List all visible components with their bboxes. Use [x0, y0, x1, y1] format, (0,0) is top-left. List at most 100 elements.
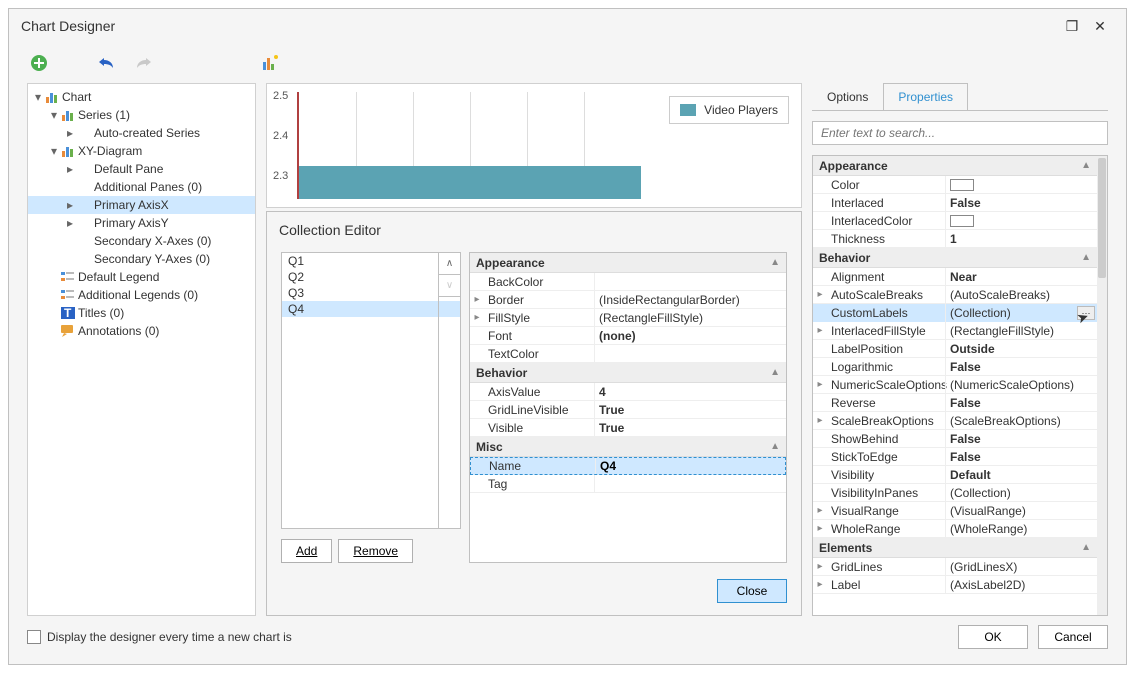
maximize-button[interactable]: ❐ [1058, 12, 1086, 40]
tree-item[interactable]: ▾Series (1) [28, 106, 255, 124]
tree-item[interactable]: Additional Panes (0) [28, 178, 255, 196]
property-category[interactable]: Appearance▲ [813, 156, 1097, 176]
move-down-button[interactable]: ∨ [439, 275, 460, 297]
wizard-icon[interactable] [259, 51, 283, 75]
close-button[interactable]: ✕ [1086, 12, 1114, 40]
tab-options[interactable]: Options [812, 83, 883, 110]
collection-item[interactable]: Q4 [282, 301, 460, 317]
remove-button[interactable]: Remove [338, 539, 413, 563]
property-row[interactable]: ▸NumericScaleOptions(NumericScaleOptions… [813, 376, 1097, 394]
property-row[interactable]: ▸InterlacedFillStyle(RectangleFillStyle) [813, 322, 1097, 340]
property-row[interactable]: ▸Border(InsideRectangularBorder) [470, 291, 786, 309]
property-row[interactable]: CustomLabels(Collection)⋯➤ [813, 304, 1097, 322]
redo-icon[interactable] [131, 51, 155, 75]
property-row[interactable]: LabelPositionOutside [813, 340, 1097, 358]
tree-item[interactable]: TTitles (0) [28, 304, 255, 322]
property-value-input[interactable] [600, 459, 785, 473]
dialog-footer: Display the designer every time a new ch… [27, 622, 1108, 652]
property-row[interactable]: ▸VisualRange(VisualRange) [813, 502, 1097, 520]
property-row[interactable]: ▸ScaleBreakOptions(ScaleBreakOptions) [813, 412, 1097, 430]
y-tick: 2.5 [273, 90, 288, 102]
property-category[interactable]: Appearance▲ [470, 253, 786, 273]
search-input[interactable] [813, 122, 1107, 144]
collection-item[interactable]: Q1 [282, 253, 460, 269]
property-row[interactable]: Tag [470, 475, 786, 493]
property-row[interactable]: InterlacedColor [813, 212, 1097, 230]
y-tick: 2.4 [273, 130, 288, 142]
property-row[interactable]: ▸AutoScaleBreaks(AutoScaleBreaks) [813, 286, 1097, 304]
property-row[interactable]: VisibilityDefault [813, 466, 1097, 484]
undo-icon[interactable] [95, 51, 119, 75]
tree-item[interactable]: Secondary X-Axes (0) [28, 232, 255, 250]
window-title: Chart Designer [21, 18, 1058, 34]
legend-swatch [680, 104, 696, 116]
property-search[interactable] [812, 121, 1108, 145]
tab-properties[interactable]: Properties [883, 83, 968, 110]
property-row[interactable]: GridLineVisibleTrue [470, 401, 786, 419]
property-row[interactable]: InterlacedFalse [813, 194, 1097, 212]
ok-button[interactable]: OK [958, 625, 1028, 649]
chart-bar [299, 166, 641, 199]
cancel-button[interactable]: Cancel [1038, 625, 1108, 649]
property-row[interactable]: ▸FillStyle(RectangleFillStyle) [470, 309, 786, 327]
collection-item[interactable]: Q2 [282, 269, 460, 285]
tree-item[interactable]: Annotations (0) [28, 322, 255, 340]
property-row[interactable]: TextColor [470, 345, 786, 363]
tree-item[interactable]: ▸Default Pane [28, 160, 255, 178]
chart-designer-window: Chart Designer ❐ ✕ ▾Chart▾Series (1)▸Aut… [8, 8, 1127, 665]
collection-item[interactable]: Q3 [282, 285, 460, 301]
legend-label: Video Players [704, 103, 778, 117]
collection-editor-dialog: Collection Editor Q1Q2Q3Q4 ∧ ∨ Add Remov… [266, 211, 802, 616]
property-category[interactable]: Behavior▲ [470, 363, 786, 383]
property-category[interactable]: Behavior▲ [813, 248, 1097, 268]
tree-item[interactable]: ▸Primary AxisX [28, 196, 255, 214]
collection-property-grid[interactable]: Appearance▲BackColor▸Border(InsideRectan… [469, 252, 787, 563]
properties-grid[interactable]: Appearance▲ColorInterlacedFalseInterlace… [812, 155, 1108, 616]
property-row[interactable]: ShowBehindFalse [813, 430, 1097, 448]
tree-item[interactable]: Secondary Y-Axes (0) [28, 250, 255, 268]
tree-item[interactable]: Default Legend [28, 268, 255, 286]
add-button[interactable]: Add [281, 539, 332, 563]
property-row[interactable]: AxisValue4 [470, 383, 786, 401]
collection-list[interactable]: Q1Q2Q3Q4 ∧ ∨ [281, 252, 461, 529]
property-category[interactable]: Misc▲ [470, 437, 786, 457]
collection-editor-title: Collection Editor [267, 212, 801, 248]
tree-item[interactable]: Additional Legends (0) [28, 286, 255, 304]
move-up-button[interactable]: ∧ [439, 253, 460, 275]
property-row[interactable]: VisibleTrue [470, 419, 786, 437]
property-row[interactable]: VisibilityInPanes(Collection) [813, 484, 1097, 502]
property-row[interactable]: ▸Label(AxisLabel2D) [813, 576, 1097, 594]
titlebar: Chart Designer ❐ ✕ [9, 9, 1126, 43]
tree-item[interactable]: ▾XY-Diagram [28, 142, 255, 160]
toolbar [9, 43, 1126, 83]
chart-preview: 2.5 2.4 2.3 Video Players [266, 83, 802, 208]
property-row[interactable]: ▸WholeRange(WholeRange) [813, 520, 1097, 538]
add-icon[interactable] [27, 51, 51, 75]
color-swatch[interactable] [950, 179, 974, 191]
property-row[interactable]: Color [813, 176, 1097, 194]
property-row[interactable]: StickToEdgeFalse [813, 448, 1097, 466]
collection-close-button[interactable]: Close [717, 579, 787, 603]
show-designer-label: Display the designer every time a new ch… [47, 630, 292, 644]
show-designer-checkbox[interactable] [27, 630, 41, 644]
tree-item[interactable]: ▾Chart [28, 88, 255, 106]
y-tick: 2.3 [273, 170, 288, 182]
property-row[interactable]: Thickness1 [813, 230, 1097, 248]
svg-text:T: T [64, 307, 72, 319]
property-row[interactable]: Name [470, 457, 786, 475]
property-row[interactable]: ▸GridLines(GridLinesX) [813, 558, 1097, 576]
ellipsis-button[interactable]: ⋯➤ [1077, 306, 1095, 320]
tree-item[interactable]: ▸Auto-created Series [28, 124, 255, 142]
right-tabs: Options Properties [812, 83, 1108, 111]
property-row[interactable]: Font(none) [470, 327, 786, 345]
scrollbar[interactable] [1097, 156, 1107, 615]
color-swatch[interactable] [950, 215, 974, 227]
property-row[interactable]: AlignmentNear [813, 268, 1097, 286]
structure-tree[interactable]: ▾Chart▾Series (1)▸Auto-created Series▾XY… [27, 83, 256, 616]
chart-legend: Video Players [669, 96, 789, 124]
property-row[interactable]: ReverseFalse [813, 394, 1097, 412]
tree-item[interactable]: ▸Primary AxisY [28, 214, 255, 232]
property-row[interactable]: LogarithmicFalse [813, 358, 1097, 376]
property-row[interactable]: BackColor [470, 273, 786, 291]
property-category[interactable]: Elements▲ [813, 538, 1097, 558]
